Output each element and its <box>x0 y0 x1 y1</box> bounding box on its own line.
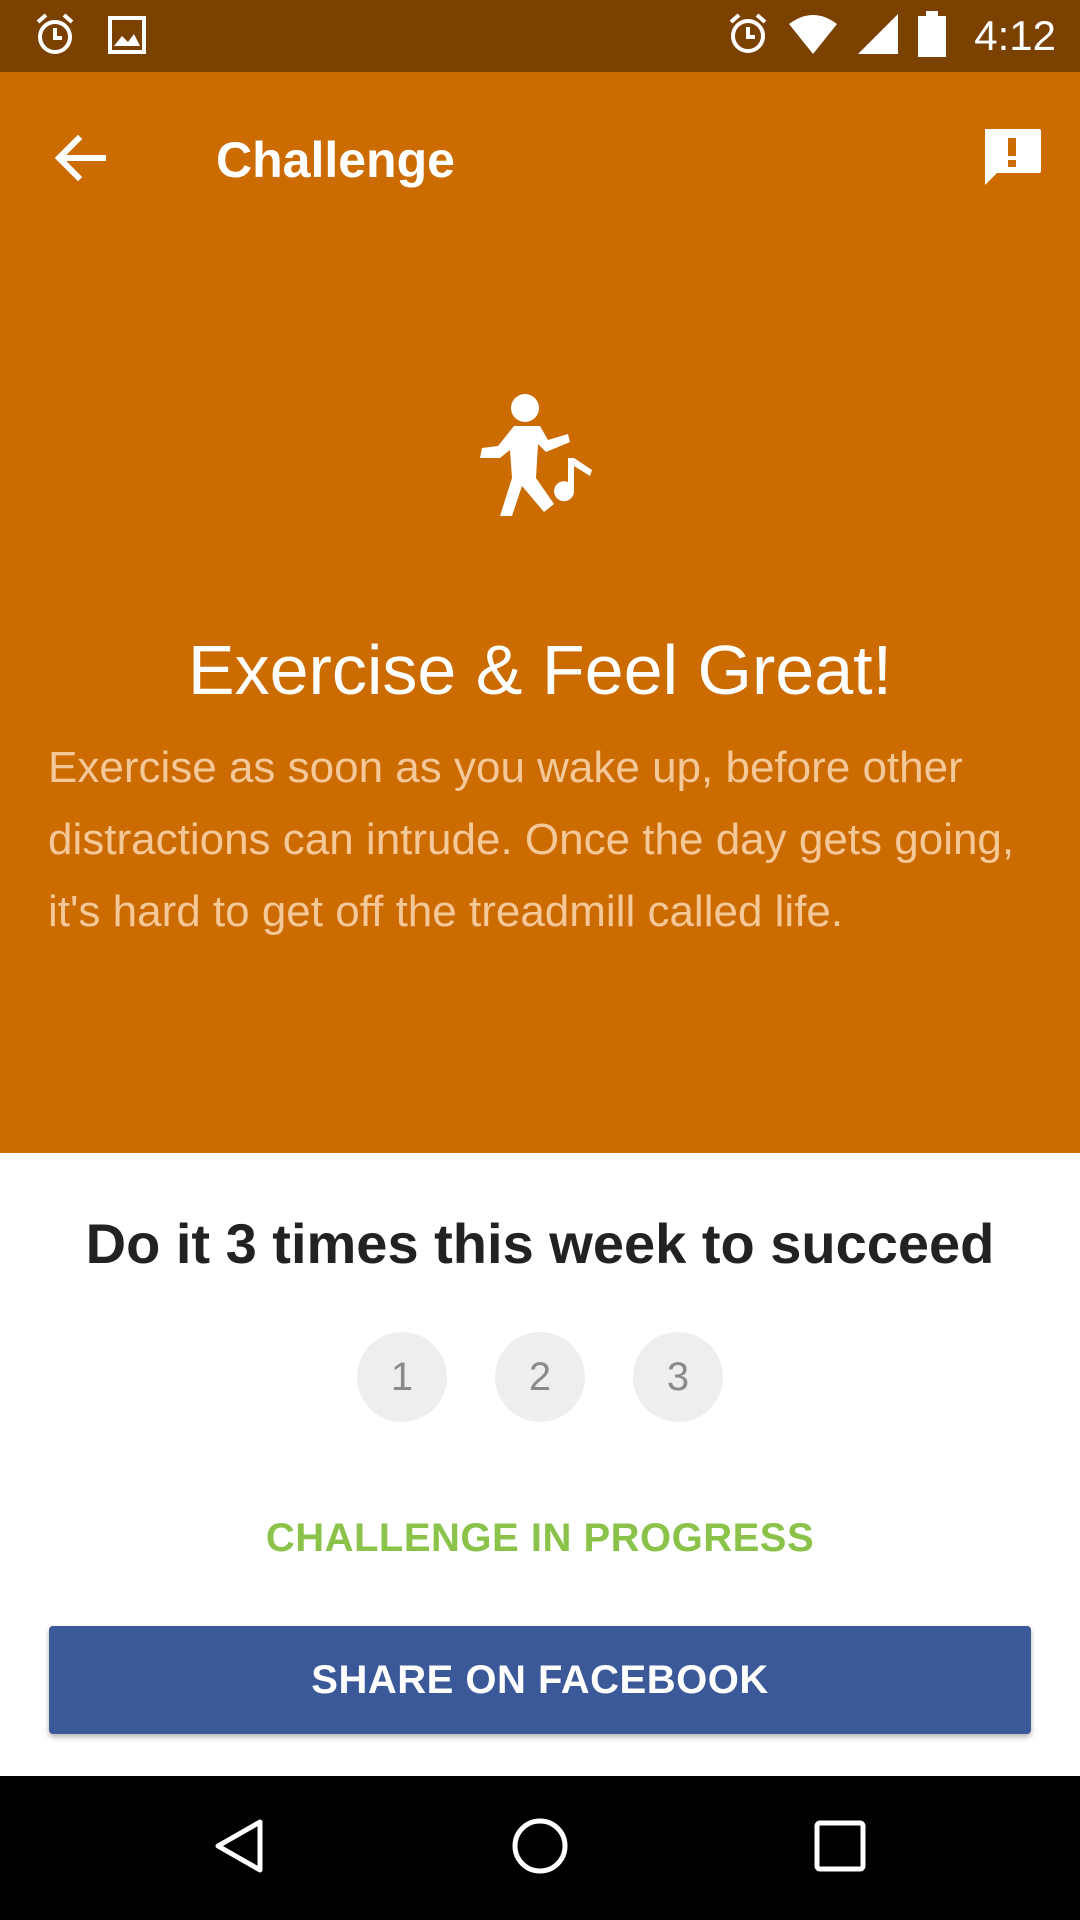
recents-icon <box>810 1816 870 1881</box>
app-bar: Challenge <box>0 72 1080 248</box>
back-icon <box>210 1816 270 1881</box>
system-status-icons: 4:12 <box>726 8 1056 64</box>
challenge-hero: Challenge Exercise & Feel Great! Exercis… <box>0 72 1080 1153</box>
challenge-goal: Do it 3 times this week to succeed <box>85 1212 995 1275</box>
notification-icons <box>32 12 146 63</box>
progress-step-1: 1 <box>357 1332 447 1422</box>
status-bar: 4:12 <box>0 0 1080 72</box>
wifi-icon <box>788 12 838 61</box>
progress-step-2: 2 <box>495 1332 585 1422</box>
status-time: 4:12 <box>974 12 1056 59</box>
dancing-person-icon <box>470 392 620 552</box>
battery-icon <box>918 10 947 62</box>
navigation-bar <box>0 1776 1080 1920</box>
challenge-status: CHALLENGE IN PROGRESS <box>265 1516 815 1560</box>
challenge-title: Exercise & Feel Great! <box>187 631 893 709</box>
alarm-icon <box>726 12 770 61</box>
cell-signal-icon <box>856 12 900 61</box>
nav-recents-button[interactable] <box>800 1808 880 1888</box>
arrow-back-icon <box>54 134 107 186</box>
image-notification-icon <box>108 16 146 59</box>
nav-home-button[interactable] <box>500 1808 580 1888</box>
share-on-facebook-button[interactable]: SHARE ON FACEBOOK <box>49 1626 1031 1734</box>
progress-step-3: 3 <box>633 1332 723 1422</box>
back-button[interactable] <box>44 124 116 196</box>
nav-back-button[interactable] <box>200 1808 280 1888</box>
feedback-button[interactable] <box>976 124 1048 196</box>
home-icon <box>510 1816 570 1881</box>
progress-steps: 1 2 3 <box>0 1332 1080 1422</box>
alarm-notification-icon <box>32 12 78 63</box>
challenge-description: Exercise as soon as you wake up, before … <box>48 743 1015 936</box>
feedback-icon <box>981 127 1043 194</box>
page-title: Challenge <box>216 132 455 188</box>
